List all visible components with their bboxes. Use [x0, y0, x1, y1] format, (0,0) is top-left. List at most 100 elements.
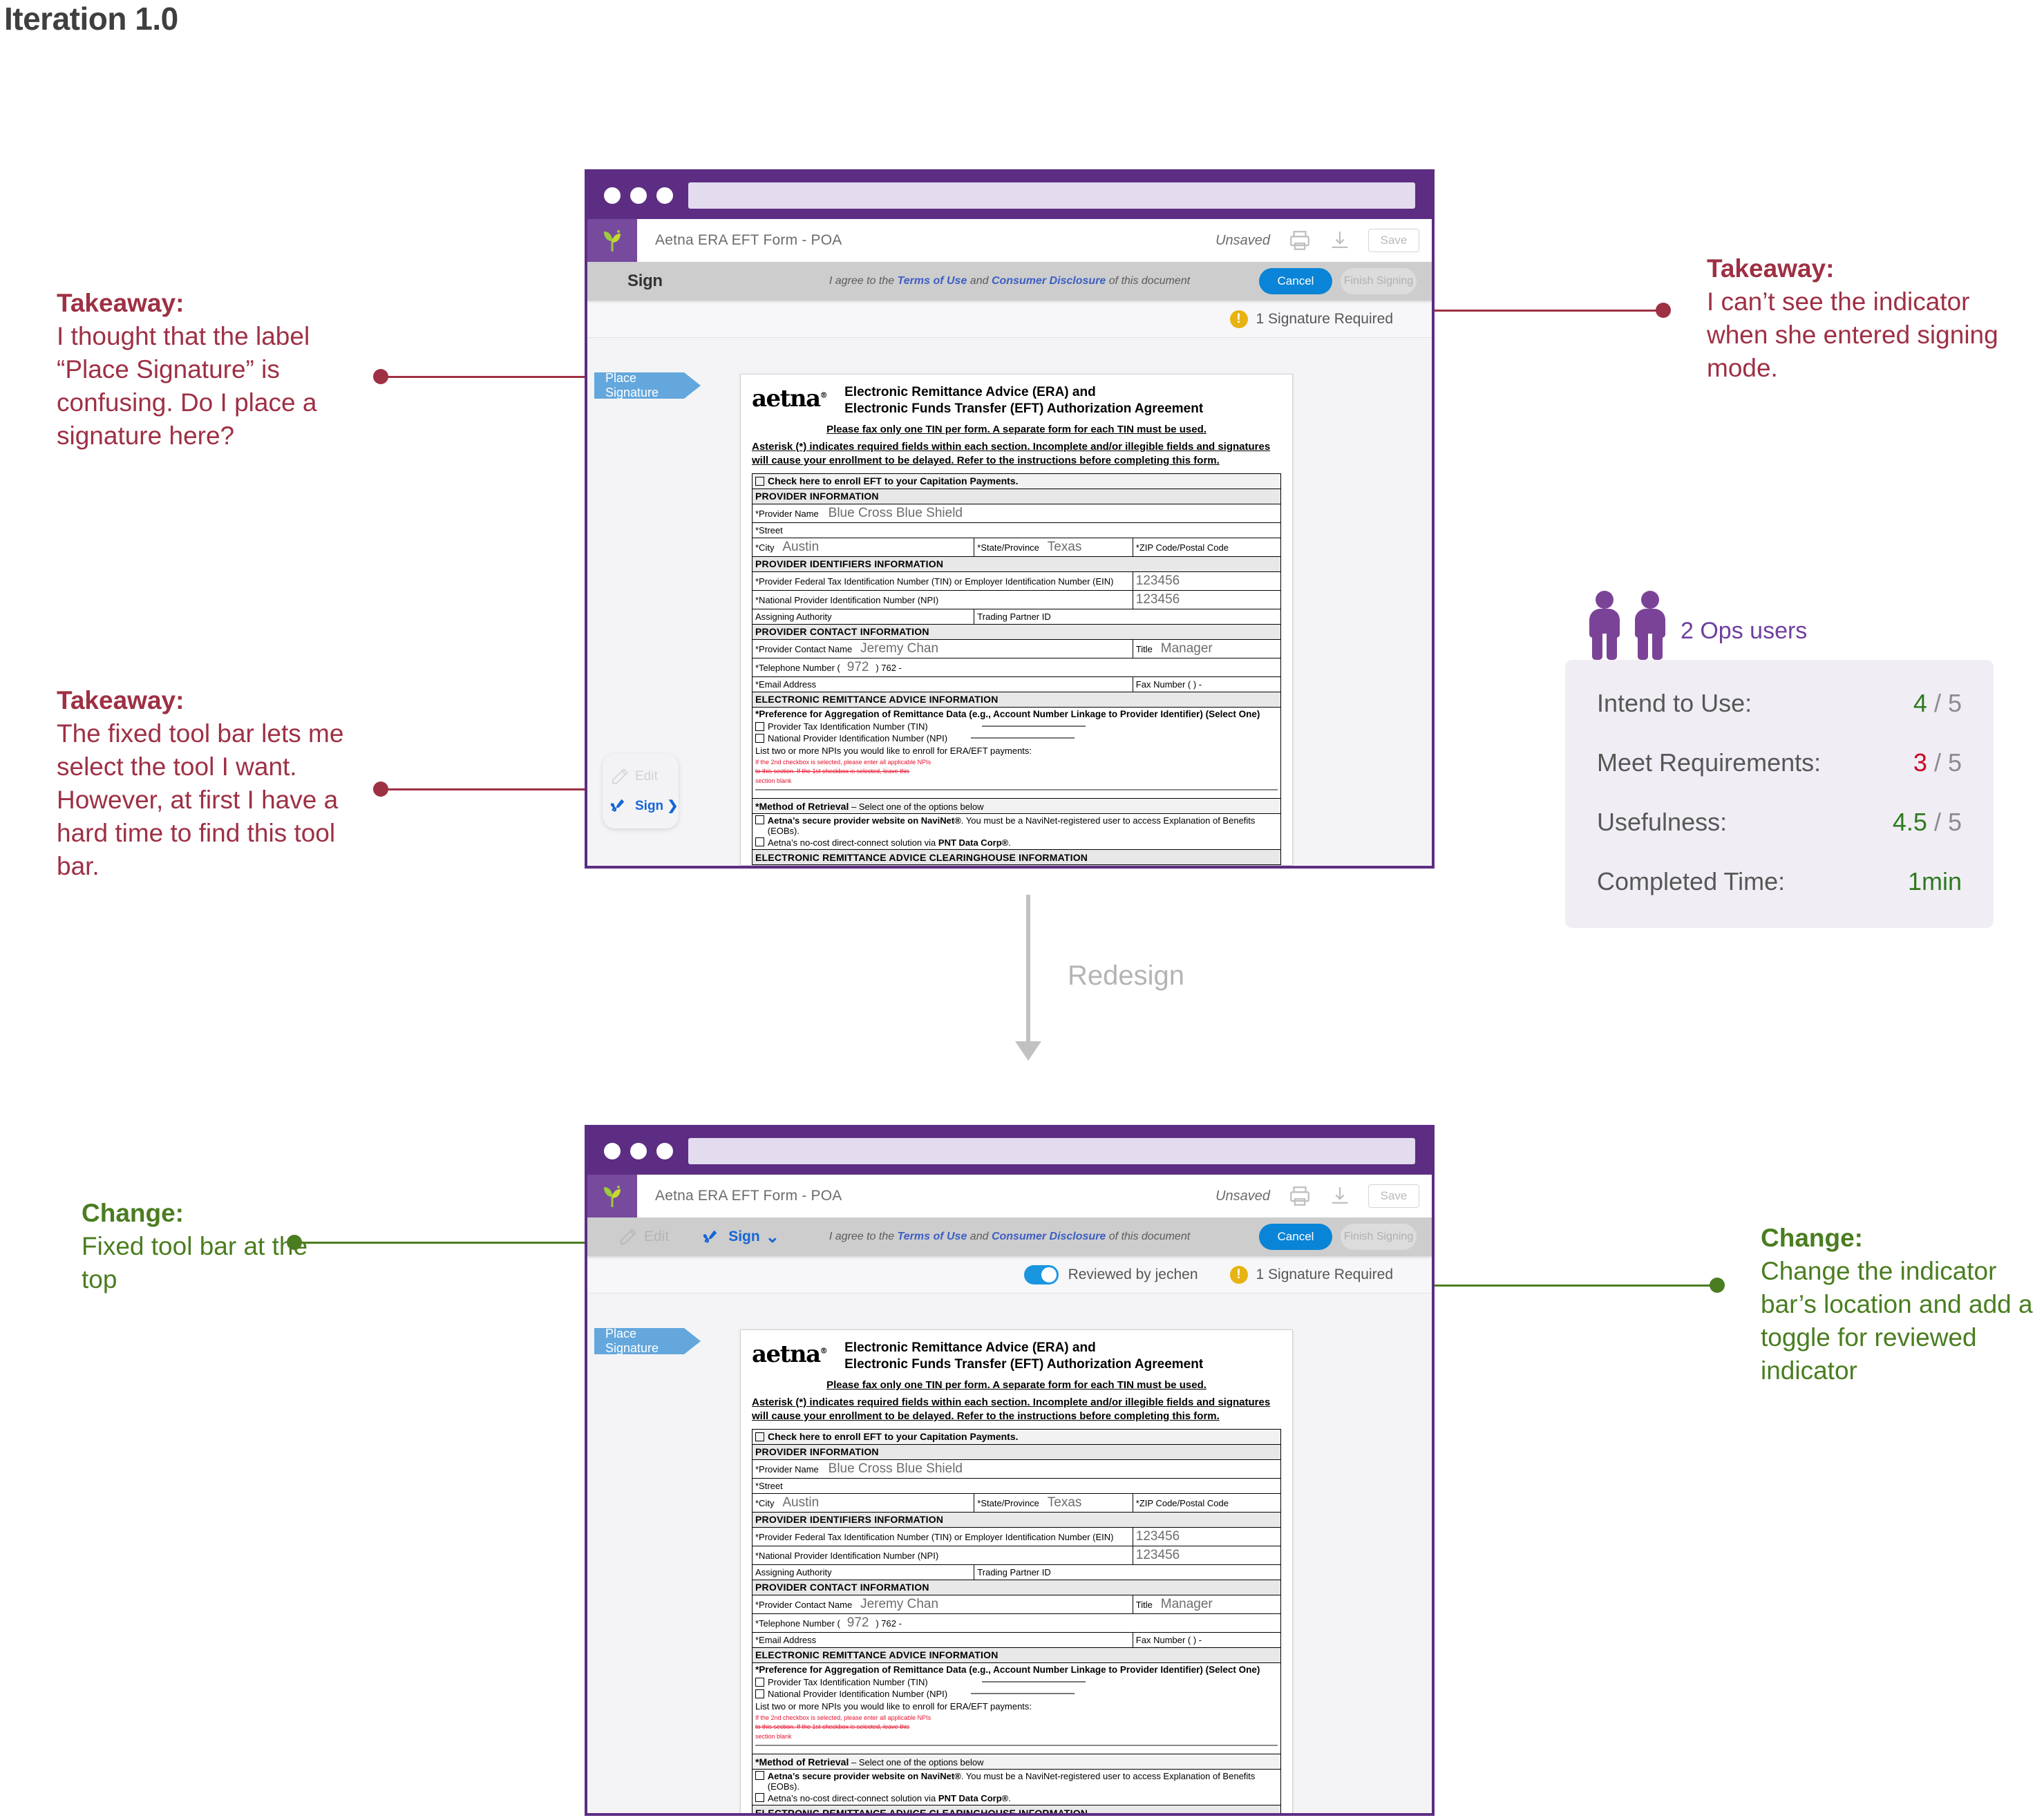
place-signature-tag-v2[interactable]: Place Signature — [594, 1327, 701, 1355]
edit-tool-v2[interactable]: Edit — [618, 1226, 669, 1247]
window-close-dot[interactable] — [604, 1143, 621, 1159]
window-maximize-dot[interactable] — [656, 187, 673, 204]
table-row: PROVIDER IDENTIFIERS INFORMATION — [752, 1511, 1281, 1528]
terms-of-use-link[interactable]: Terms of Use — [898, 275, 967, 287]
method-navinet-checkbox[interactable] — [755, 1771, 764, 1780]
capitation-checkbox[interactable] — [755, 477, 764, 486]
metric-label: Usefulness: — [1597, 808, 1728, 836]
window-minimize-dot[interactable] — [630, 187, 647, 204]
agreement-suffix: of this document — [1106, 1231, 1191, 1242]
place-signature-label: Place Signature — [605, 371, 659, 399]
print-icon[interactable] — [1288, 229, 1312, 252]
method-navinet-checkbox[interactable] — [755, 815, 764, 824]
table-row: *Preference for Aggregation of Remittanc… — [752, 706, 1281, 799]
agreement-text-v2: I agree to the Terms of Use and Consumer… — [829, 1231, 1190, 1243]
edit-tool-v1[interactable]: Edit — [609, 766, 679, 787]
value-city[interactable]: Austin — [782, 1495, 819, 1510]
connector-dot-toolbar — [373, 781, 388, 797]
method-opt2-bold: PNT Data Corp® — [938, 1793, 1009, 1803]
value-state[interactable]: Texas — [1048, 540, 1082, 554]
pref-tin-blank[interactable] — [981, 1681, 1086, 1682]
method-opt2-bold: PNT Data Corp® — [938, 837, 1009, 848]
save-button-v2[interactable]: Save — [1368, 1184, 1419, 1208]
consumer-disclosure-link[interactable]: Consumer Disclosure — [992, 1231, 1106, 1242]
value-tin[interactable]: 123456 — [1136, 574, 1180, 588]
value-phone-area[interactable]: 972 — [847, 660, 869, 674]
value-contact-name[interactable]: Jeremy Chan — [860, 641, 938, 656]
address-bar-v2[interactable] — [688, 1138, 1415, 1164]
edit-tool-label-v2: Edit — [644, 1229, 670, 1244]
value-contact-name[interactable]: Jeremy Chan — [860, 1597, 938, 1611]
value-tin[interactable]: 123456 — [1136, 1529, 1180, 1544]
finish-signing-button-v1[interactable]: Finish Signing — [1341, 268, 1417, 294]
metric-row: Meet Requirements: 3 / 5 — [1597, 748, 1962, 777]
download-icon[interactable] — [1328, 229, 1352, 252]
value-phone-area[interactable]: 972 — [847, 1615, 869, 1630]
connector-line-change-toolbar — [301, 1242, 618, 1244]
finish-signing-button-v2[interactable]: Finish Signing — [1341, 1224, 1417, 1250]
value-title[interactable]: Manager — [1161, 1597, 1213, 1611]
window-maximize-dot[interactable] — [656, 1143, 673, 1159]
section-era-information: ELECTRONIC REMITTANCE ADVICE INFORMATION — [752, 1647, 1281, 1663]
consumer-disclosure-link[interactable]: Consumer Disclosure — [992, 275, 1106, 287]
metric-value: 1min — [1907, 867, 1962, 895]
pref-npi-checkbox[interactable] — [755, 733, 764, 743]
arrow-stem — [1026, 895, 1030, 1043]
window-controls-v1[interactable] — [604, 187, 673, 204]
connector-line-place-signature — [387, 376, 616, 378]
capitation-checkbox[interactable] — [755, 1432, 764, 1441]
table-row: *City Austin *State/Province Texas *ZIP … — [751, 537, 1282, 557]
document-form-table: Check here to enroll EFT to your Capitat… — [751, 1428, 1282, 1813]
document-title-v2: Aetna ERA EFT Form - POA — [655, 1188, 842, 1204]
value-provider-name[interactable]: Blue Cross Blue Shield — [829, 506, 963, 520]
print-icon[interactable] — [1288, 1184, 1312, 1208]
red-note-line3: section blank — [755, 777, 792, 784]
cancel-button-v2[interactable]: Cancel — [1259, 1224, 1332, 1250]
reviewed-toggle[interactable] — [1023, 1264, 1059, 1285]
chevron-down-icon[interactable]: ⌄ — [766, 1227, 779, 1247]
save-button-v1[interactable]: Save — [1368, 229, 1419, 252]
signature-pen-icon — [610, 799, 625, 812]
annotation-heading: Takeaway: — [1707, 254, 1835, 283]
value-state[interactable]: Texas — [1048, 1495, 1082, 1510]
method-pnt-checkbox[interactable] — [755, 837, 764, 846]
value-city[interactable]: Austin — [782, 540, 819, 554]
method-pnt-checkbox[interactable] — [755, 1793, 764, 1802]
pref-tin-checkbox[interactable] — [755, 1677, 764, 1687]
window-minimize-dot[interactable] — [630, 1143, 647, 1159]
pref-npi-blank[interactable] — [971, 1693, 1075, 1694]
sign-tool-v1[interactable]: Sign ❯ — [609, 795, 679, 816]
value-npi[interactable]: 123456 — [1136, 592, 1180, 607]
window-close-dot[interactable] — [604, 187, 621, 204]
page-title: Iteration 1.0 — [4, 1, 178, 37]
pref-npi-blank[interactable] — [971, 737, 1075, 739]
sign-tool-v2[interactable]: Sign ⌄ — [702, 1226, 779, 1247]
table-row: Aetna’s secure provider website on NaviN… — [752, 813, 1281, 850]
cancel-button-v1[interactable]: Cancel — [1259, 268, 1332, 294]
value-npi[interactable]: 123456 — [1136, 1548, 1180, 1562]
ops-users-row: 2 Ops users — [1589, 591, 1807, 660]
address-bar-v1[interactable] — [688, 182, 1415, 209]
value-title[interactable]: Manager — [1161, 641, 1213, 656]
agreement-mid: and — [967, 275, 992, 287]
floating-tool-card-v1[interactable]: Edit Sign ❯ — [603, 754, 679, 828]
terms-of-use-link[interactable]: Terms of Use — [898, 1231, 967, 1242]
connector-line-indicator — [1434, 310, 1658, 312]
connector-line-change-indicator — [1434, 1285, 1712, 1287]
download-icon[interactable] — [1328, 1184, 1352, 1208]
pref-tin-blank[interactable] — [981, 726, 1086, 727]
value-provider-name[interactable]: Blue Cross Blue Shield — [829, 1461, 963, 1476]
annotation-body: I thought that the label “Place Signatur… — [57, 322, 317, 451]
annotation-heading: Change: — [82, 1199, 184, 1227]
table-row: *National Provider Identification Number… — [752, 1545, 1282, 1565]
doc-title-line1: Electronic Remittance Advice (ERA) and — [844, 385, 1096, 399]
pref-tin-checkbox[interactable] — [755, 721, 764, 731]
document-heading: Electronic Remittance Advice (ERA) and E… — [844, 1340, 1203, 1374]
annotation-body: I can’t see the indicator when she enter… — [1707, 287, 1998, 383]
connector-dot-change-toolbar — [287, 1235, 302, 1250]
place-signature-tag-v1[interactable]: Place Signature — [594, 371, 701, 399]
window-controls-v2[interactable] — [604, 1143, 673, 1159]
pref-npi-checkbox[interactable] — [755, 1689, 764, 1698]
table-row: *Provider Contact Name Jeremy Chan Title… — [752, 638, 1282, 658]
agreement-suffix: of this document — [1106, 275, 1191, 287]
